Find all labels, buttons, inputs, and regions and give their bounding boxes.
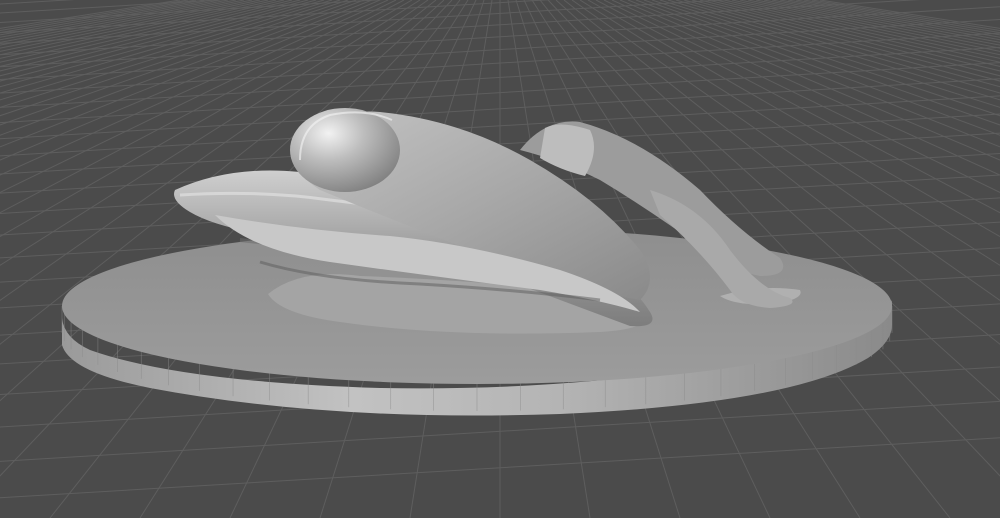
viewport-canvas[interactable] [0,0,1000,518]
3d-viewport[interactable] [0,0,1000,518]
